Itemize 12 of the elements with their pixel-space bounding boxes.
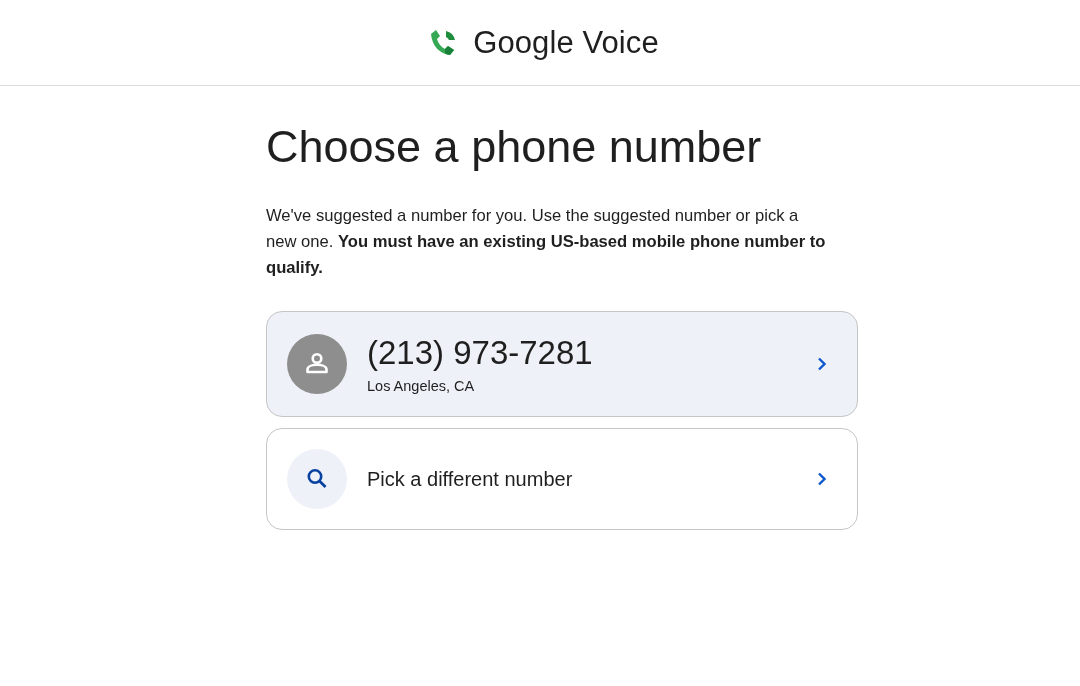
chevron-right-icon xyxy=(817,357,827,371)
option-label: Pick a different number xyxy=(367,467,574,491)
pick-number-option[interactable]: Pick a different number xyxy=(266,428,858,530)
app-name: Google Voice xyxy=(473,24,659,61)
person-avatar-icon xyxy=(287,334,347,394)
search-icon xyxy=(287,449,347,509)
description-text: We've suggested a number for you. Use the suggested number or pick a new one. You must have an existing US-based mobile phone number to qualify. xyxy=(266,205,827,279)
page-title: Choose a phone number xyxy=(266,120,763,174)
phone-number: (213) 973-7281 xyxy=(367,332,594,373)
chevron-right-icon xyxy=(817,472,827,486)
location-text: Los Angeles, CA xyxy=(367,376,476,396)
suggested-number-option[interactable]: (213) 973-7281 Los Angeles, CA xyxy=(266,311,858,417)
